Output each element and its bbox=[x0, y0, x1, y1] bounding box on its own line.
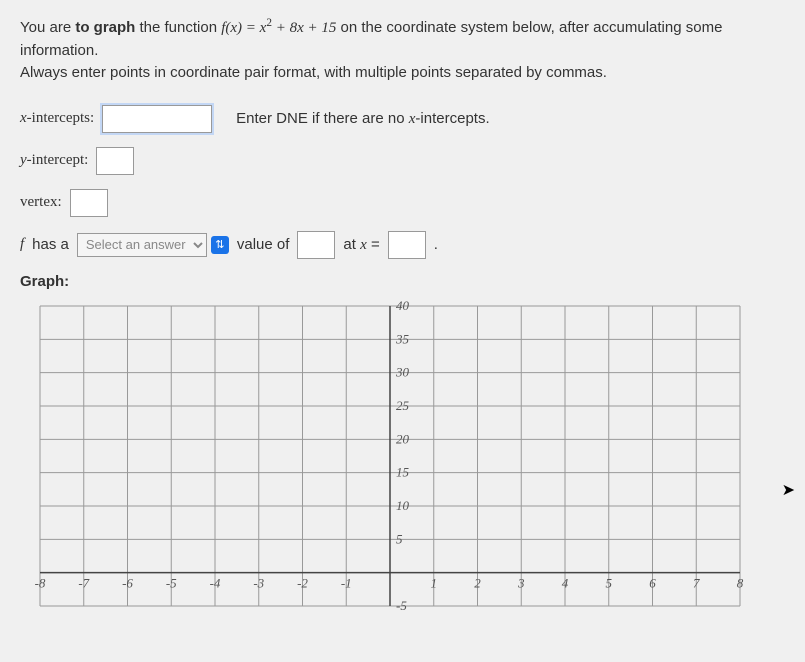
f-has-prefix: f bbox=[20, 236, 24, 253]
y-intercept-label: y-intercept: bbox=[20, 152, 88, 169]
svg-text:25: 25 bbox=[396, 398, 410, 413]
svg-text:-7: -7 bbox=[78, 575, 89, 590]
svg-text:-2: -2 bbox=[297, 575, 308, 590]
svg-text:20: 20 bbox=[396, 431, 410, 446]
svg-text:8: 8 bbox=[737, 575, 744, 590]
function-expression: f(x) = x2 + 8x + 15 bbox=[221, 20, 336, 36]
svg-text:4: 4 bbox=[562, 575, 569, 590]
svg-text:7: 7 bbox=[693, 575, 700, 590]
svg-text:6: 6 bbox=[649, 575, 656, 590]
instruction-mid: the function bbox=[135, 19, 221, 36]
value-of-text: value of bbox=[237, 236, 290, 253]
at-x-input[interactable] bbox=[388, 231, 426, 259]
svg-text:5: 5 bbox=[396, 531, 403, 546]
has-a-text: has a bbox=[32, 236, 69, 253]
svg-text:30: 30 bbox=[395, 364, 410, 379]
svg-text:35: 35 bbox=[395, 331, 410, 346]
coordinate-grid[interactable]: -8 -7 -6 -5 -4 -3 -2 -1 1 2 3 4 5 6 7 8 5 10 15 20 25 30 35 40… bbox=[20, 296, 760, 616]
graph-label: Graph: bbox=[20, 273, 785, 290]
min-max-select[interactable]: Select an answer bbox=[77, 233, 207, 257]
x-intercepts-hint: Enter DNE if there are no x-intercepts. bbox=[236, 110, 489, 128]
svg-text:40: 40 bbox=[396, 298, 410, 313]
svg-text:1: 1 bbox=[431, 575, 438, 590]
svg-text:2: 2 bbox=[474, 575, 481, 590]
svg-text:-3: -3 bbox=[253, 575, 264, 590]
at-x-text: at x = bbox=[343, 236, 379, 254]
svg-text:-8: -8 bbox=[35, 575, 46, 590]
svg-text:-5: -5 bbox=[166, 575, 177, 590]
value-input[interactable] bbox=[297, 231, 335, 259]
x-intercepts-label: x-intercepts: bbox=[20, 110, 94, 127]
cursor-icon: ➤ bbox=[782, 480, 795, 500]
svg-text:-4: -4 bbox=[210, 575, 221, 590]
svg-text:3: 3 bbox=[517, 575, 525, 590]
select-arrow-icon: ⇅ bbox=[211, 236, 229, 254]
instruction-prefix: You are bbox=[20, 19, 75, 36]
vertex-label: vertex: bbox=[20, 194, 62, 211]
x-intercepts-input[interactable] bbox=[102, 105, 212, 133]
instruction-line2: Always enter points in coordinate pair f… bbox=[20, 62, 785, 85]
y-intercept-input[interactable] bbox=[96, 147, 134, 175]
svg-text:-6: -6 bbox=[122, 575, 133, 590]
period: . bbox=[434, 236, 438, 253]
svg-text:10: 10 bbox=[396, 498, 410, 513]
vertex-input[interactable] bbox=[70, 189, 108, 217]
svg-text:-1: -1 bbox=[341, 575, 352, 590]
svg-text:15: 15 bbox=[396, 464, 410, 479]
instruction-bold: to graph bbox=[75, 19, 135, 36]
svg-text:-5: -5 bbox=[396, 598, 407, 613]
svg-text:5: 5 bbox=[606, 575, 613, 590]
